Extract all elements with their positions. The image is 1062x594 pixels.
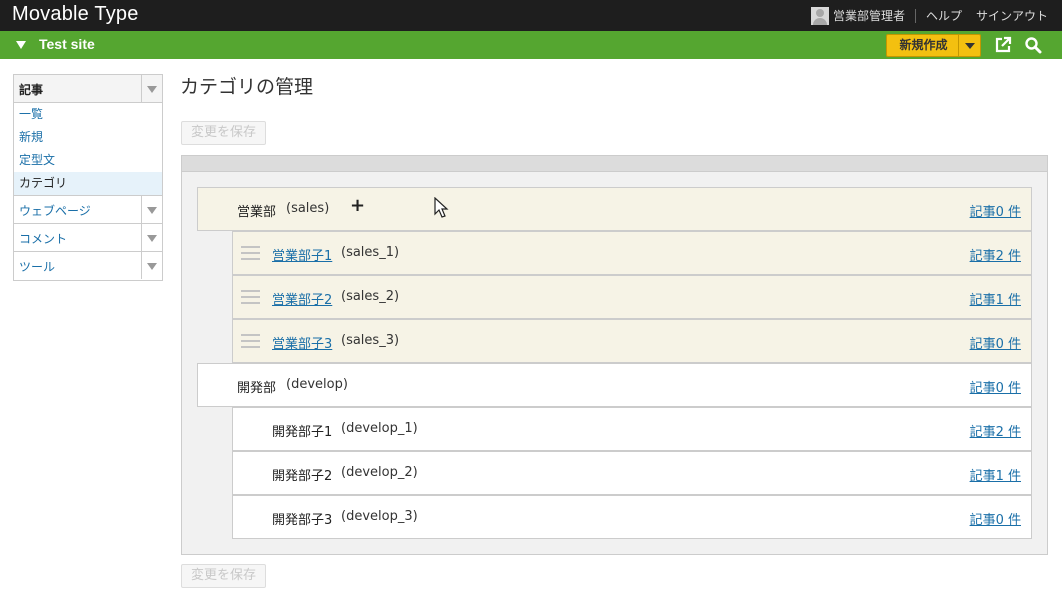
category-name-link[interactable]: 営業部子2 xyxy=(272,289,332,308)
sidebar-section-tools[interactable]: ツール xyxy=(14,252,162,280)
category-name: 開発部 xyxy=(237,381,277,396)
entry-count-link[interactable]: 記事0 件 xyxy=(970,509,1021,528)
category-basename: (develop_3) xyxy=(341,509,418,524)
sidebar-section-comments[interactable]: コメント xyxy=(14,224,162,252)
avatar xyxy=(810,6,829,25)
entry-count-link[interactable]: 記事0 件 xyxy=(970,377,1021,396)
entry-count-link[interactable]: 記事1 件 xyxy=(970,289,1021,308)
category-row[interactable]: 営業部子1 (sales_1) 記事2 件 xyxy=(232,231,1032,275)
save-changes-button-top[interactable]: 変更を保存 xyxy=(181,121,266,145)
user-name[interactable]: 営業部管理者 xyxy=(833,7,905,24)
panel-header xyxy=(182,156,1047,172)
help-link[interactable]: ヘルプ xyxy=(926,7,962,24)
category-name: 開発部子2 xyxy=(272,469,333,484)
category-row[interactable]: 開発部子1 (develop_1) 記事2 件 xyxy=(232,407,1032,451)
category-row[interactable]: 開発部子2 (develop_2) 記事1 件 xyxy=(232,451,1032,495)
category-list-panel: 営業部 (sales) + 記事0 件 営業部子1 (sales_1) 記事2 … xyxy=(181,155,1048,555)
site-menu-toggle-icon[interactable] xyxy=(16,41,26,49)
entry-count-link[interactable]: 記事1 件 xyxy=(970,465,1021,484)
category-basename: (develop_1) xyxy=(341,421,418,436)
sidebar-item-list[interactable]: 一覧 xyxy=(14,103,162,126)
category-basename: (sales) xyxy=(286,201,330,216)
site-name[interactable]: Test site xyxy=(39,36,95,52)
sidebar-section-label[interactable]: コメント xyxy=(19,230,67,247)
sidebar-submenu: 一覧 新規 定型文 カテゴリ xyxy=(14,103,162,196)
site-bar: Test site 新規作成 xyxy=(0,31,1062,59)
new-entry-label[interactable]: 新規作成 xyxy=(887,35,958,56)
drag-handle-icon[interactable] xyxy=(241,334,260,348)
chevron-down-icon[interactable] xyxy=(141,196,162,223)
entry-count-link[interactable]: 記事2 件 xyxy=(970,245,1021,264)
sidebar-section-label[interactable]: ウェブページ xyxy=(19,202,91,219)
mouse-cursor-icon xyxy=(434,197,449,218)
entry-count-link[interactable]: 記事0 件 xyxy=(970,333,1021,352)
entry-count-link[interactable]: 記事0 件 xyxy=(970,201,1021,220)
sidebar-section-label[interactable]: 記事 xyxy=(19,81,43,98)
signout-link[interactable]: サインアウト xyxy=(976,7,1048,24)
category-basename: (sales_3) xyxy=(341,333,400,348)
plus-icon[interactable]: + xyxy=(350,197,365,215)
divider xyxy=(914,8,916,23)
category-basename: (develop) xyxy=(286,377,348,392)
category-row[interactable]: 営業部子3 (sales_3) 記事0 件 xyxy=(232,319,1032,363)
category-row[interactable]: 開発部 (develop) 記事0 件 xyxy=(197,363,1032,407)
category-basename: (sales_1) xyxy=(341,245,400,260)
search-icon[interactable] xyxy=(1024,36,1042,54)
sidebar: 記事 一覧 新規 定型文 カテゴリ ウェブページ コメント ツール xyxy=(13,74,163,281)
top-bar: Movable Type 営業部管理者 ヘルプ サインアウト xyxy=(0,0,1062,31)
sidebar-section-entries[interactable]: 記事 xyxy=(14,75,162,103)
chevron-down-icon[interactable] xyxy=(141,75,162,102)
new-entry-dropdown-icon[interactable] xyxy=(958,35,980,56)
category-name: 営業部 xyxy=(237,205,277,220)
entry-count-link[interactable]: 記事2 件 xyxy=(970,421,1021,440)
drag-handle-icon[interactable] xyxy=(241,290,260,304)
category-row[interactable]: 開発部子3 (develop_3) 記事0 件 xyxy=(232,495,1032,539)
sidebar-item-boilerplate[interactable]: 定型文 xyxy=(14,149,162,172)
sidebar-item-new[interactable]: 新規 xyxy=(14,126,162,149)
new-entry-button[interactable]: 新規作成 xyxy=(886,34,981,57)
external-link-icon[interactable] xyxy=(994,36,1012,54)
category-name-link[interactable]: 営業部子1 xyxy=(272,245,332,264)
category-name-link[interactable]: 営業部子3 xyxy=(272,333,332,352)
user-menu: 営業部管理者 ヘルプ サインアウト xyxy=(810,0,1048,31)
category-basename: (sales_2) xyxy=(341,289,400,304)
app-logo[interactable]: Movable Type xyxy=(12,3,139,26)
drag-handle-icon[interactable] xyxy=(241,246,260,260)
chevron-down-icon[interactable] xyxy=(141,224,162,251)
sidebar-section-pages[interactable]: ウェブページ xyxy=(14,196,162,224)
category-row[interactable]: 営業部 (sales) + 記事0 件 xyxy=(197,187,1032,231)
category-name: 開発部子1 xyxy=(272,425,333,440)
sidebar-item-categories[interactable]: カテゴリ xyxy=(14,172,162,195)
save-changes-button-bottom[interactable]: 変更を保存 xyxy=(181,564,266,588)
category-name: 開発部子3 xyxy=(272,513,333,528)
page-title: カテゴリの管理 xyxy=(180,76,314,98)
category-basename: (develop_2) xyxy=(341,465,418,480)
category-row[interactable]: 営業部子2 (sales_2) 記事1 件 xyxy=(232,275,1032,319)
chevron-down-icon[interactable] xyxy=(141,252,162,279)
sidebar-section-label[interactable]: ツール xyxy=(19,258,55,275)
